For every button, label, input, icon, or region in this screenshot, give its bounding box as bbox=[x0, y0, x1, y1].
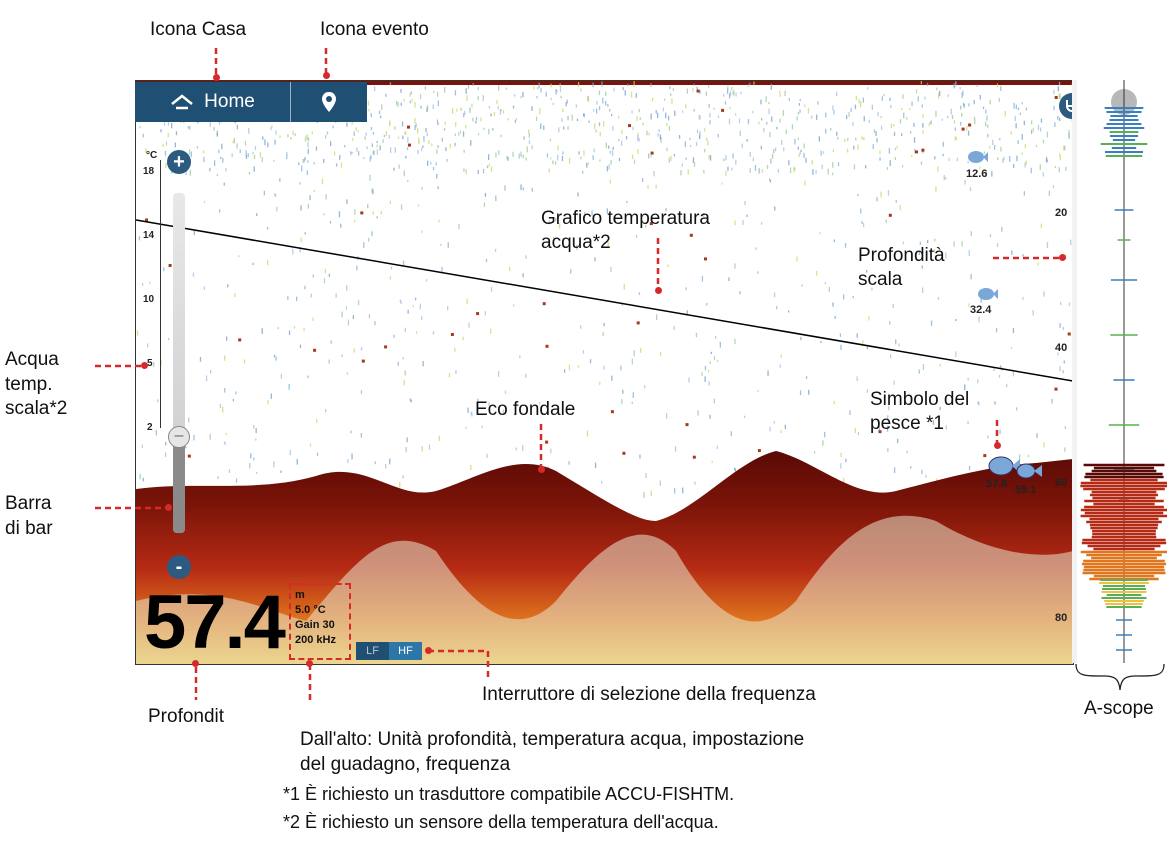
home-label: Home bbox=[204, 91, 255, 112]
marker-dot bbox=[141, 362, 148, 369]
annotation-event-icon: Icona evento bbox=[320, 19, 429, 40]
echo-display[interactable] bbox=[135, 80, 1074, 665]
temp-tick: 2 bbox=[147, 422, 153, 433]
depth-tick: 60 bbox=[1055, 477, 1068, 489]
marker-dot bbox=[213, 74, 220, 81]
hf-option[interactable]: HF bbox=[389, 642, 422, 660]
temp-scale-unit: °C bbox=[146, 150, 158, 161]
gain-bar-handle[interactable]: – bbox=[168, 426, 190, 448]
fish-symbol bbox=[978, 288, 998, 300]
pin-icon bbox=[322, 92, 336, 112]
event-button[interactable] bbox=[291, 82, 367, 122]
footnote-2: *2 È richiesto un sensore della temperat… bbox=[283, 812, 719, 832]
annotation-temp-graph: Grafico temperatura acqua*2 bbox=[541, 208, 710, 253]
temp-tick: 18 bbox=[143, 166, 155, 177]
info-box: m 5.0 °C Gain 30 200 kHz bbox=[289, 583, 351, 660]
annotation-gain-bar: Barra di bar bbox=[5, 493, 53, 539]
annotation-bottom-echo: Eco fondale bbox=[475, 399, 576, 420]
zoom-out-button[interactable]: - bbox=[167, 555, 191, 579]
fish-depth-label: 12.6 bbox=[966, 168, 988, 180]
marker-dot bbox=[538, 466, 545, 473]
temp-tick: 10 bbox=[143, 294, 155, 305]
fish-depth-label: 59.1 bbox=[1015, 484, 1037, 496]
marker-dot bbox=[165, 504, 172, 511]
fish-depth-label: 57.8 bbox=[986, 478, 1008, 490]
annotation-temp-scale: Acqua temp. scala*2 bbox=[5, 349, 68, 420]
fish-symbol bbox=[1016, 463, 1042, 479]
marker-dot bbox=[655, 287, 662, 294]
annotation-home-icon: Icona Casa bbox=[150, 19, 247, 40]
depth-tick: 40 bbox=[1055, 342, 1068, 354]
marker-dot bbox=[994, 442, 1001, 449]
annotation-fish-symbol: Simbolo del pesce *1 bbox=[870, 389, 970, 434]
marker-dot bbox=[425, 647, 432, 654]
annotation-depth-scale: Profondità scala bbox=[858, 245, 945, 290]
gain-setting: Gain 30 bbox=[295, 619, 335, 631]
water-temp-scale bbox=[160, 160, 161, 428]
marker-dot bbox=[192, 660, 199, 667]
a-scope-brace bbox=[1075, 663, 1165, 691]
annotation-ascope: A-scope bbox=[1084, 698, 1154, 719]
water-temp: 5.0 °C bbox=[295, 604, 326, 616]
marker-dot bbox=[323, 72, 330, 79]
a-scope bbox=[1077, 80, 1167, 663]
frequency: 200 kHz bbox=[295, 634, 336, 646]
depth-tick: 80 bbox=[1055, 612, 1068, 624]
temp-tick: 14 bbox=[143, 230, 155, 241]
lf-option[interactable]: LF bbox=[356, 642, 389, 660]
footnote-1: *1 È richiesto un trasduttore compatibil… bbox=[283, 784, 735, 804]
echogram bbox=[136, 81, 1073, 664]
annotation-depth: Profondit bbox=[148, 706, 225, 727]
depth-tick: 20 bbox=[1055, 207, 1068, 219]
fish-symbol bbox=[968, 151, 988, 163]
depth-unit: m bbox=[295, 589, 305, 601]
marker-dot bbox=[1059, 254, 1066, 261]
frequency-switch[interactable]: LF HF bbox=[356, 642, 422, 660]
home-icon bbox=[171, 94, 193, 110]
depth-readout: 57.4 bbox=[144, 580, 286, 665]
marker-dot bbox=[306, 660, 313, 667]
a-scope-graph bbox=[1080, 80, 1167, 663]
fish-depth-label: 32.4 bbox=[970, 304, 992, 316]
annotation-info-box: Dall'alto: Unità profondità, temperatura… bbox=[300, 729, 805, 776]
gain-bar-fill bbox=[173, 440, 185, 533]
zoom-in-button[interactable]: + bbox=[167, 150, 191, 174]
toolbar: Home bbox=[135, 82, 367, 122]
annotation-freq-switch: Interruttore di selezione della frequenz… bbox=[482, 684, 816, 705]
home-button[interactable]: Home bbox=[135, 82, 291, 122]
